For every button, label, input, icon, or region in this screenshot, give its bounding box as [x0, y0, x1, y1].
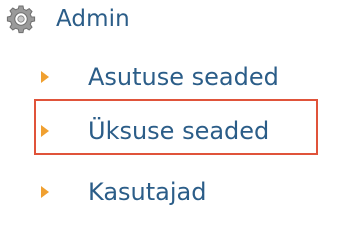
menu-item-label: Asutuse seaded [88, 63, 279, 91]
menu-item-asutuse-seaded[interactable]: Asutuse seaded [40, 56, 279, 98]
admin-menu-title: Admin [56, 6, 130, 32]
admin-menu-header[interactable]: Admin [2, 0, 130, 38]
admin-menu: Admin Asutuse seaded Üksuse seaded Kasut… [0, 0, 360, 216]
menu-item-label: Kasutajad [88, 178, 207, 206]
highlight-box [34, 99, 318, 155]
caret-right-icon [40, 70, 50, 84]
menu-item-kasutajad[interactable]: Kasutajad [40, 171, 206, 213]
caret-right-icon [40, 185, 50, 199]
gear-icon [2, 0, 40, 38]
